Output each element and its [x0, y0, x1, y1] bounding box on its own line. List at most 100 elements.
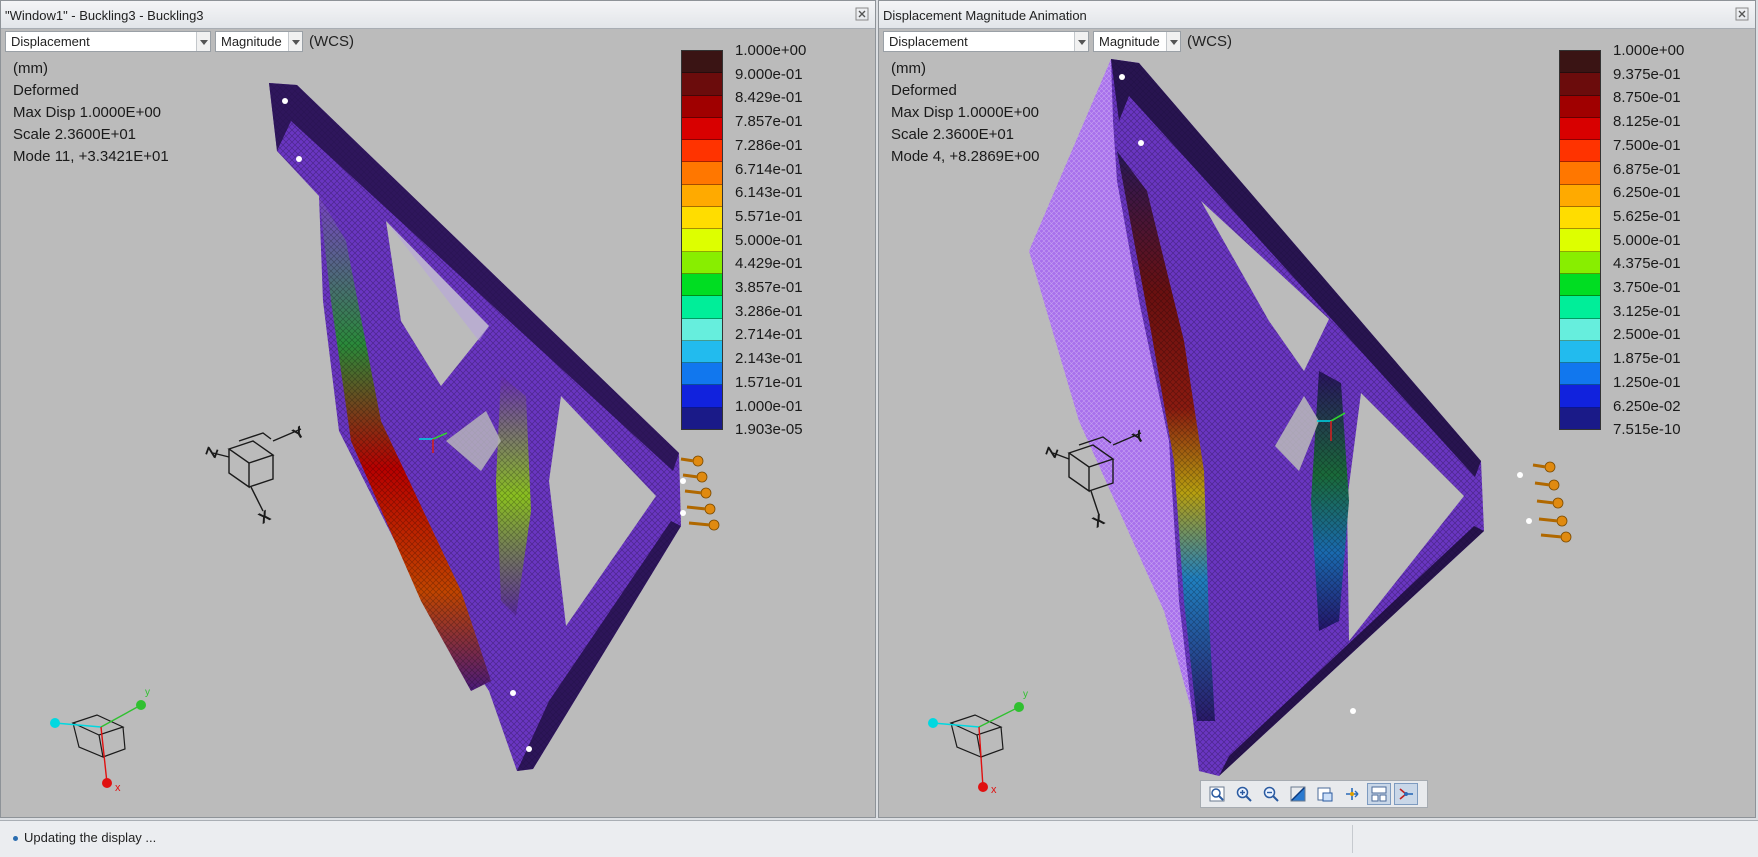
axis-z-label: Z [203, 445, 222, 460]
wireframe-view-icon[interactable] [1313, 783, 1337, 805]
legend-label: 1.875e-01 [1613, 347, 1684, 371]
legend-label: 8.750e-01 [1613, 86, 1684, 110]
view-layout-icon[interactable] [1367, 783, 1391, 805]
status-bar: Updating the display ... [0, 820, 1758, 857]
legend-label: 5.571e-01 [735, 205, 806, 229]
legend-swatch [1560, 319, 1600, 341]
legend-label: 3.857e-01 [735, 276, 806, 300]
legend-swatch [1560, 274, 1600, 296]
legend-label: 5.625e-01 [1613, 205, 1684, 229]
legend-label: 2.500e-01 [1613, 323, 1684, 347]
legend-swatch [1560, 296, 1600, 318]
coordinate-triad-icon: x y [928, 689, 1028, 796]
legend-swatch [682, 296, 722, 318]
legend-label: 1.250e-01 [1613, 371, 1684, 395]
legend-label: 1.571e-01 [735, 371, 806, 395]
left-viewport[interactable]: "Window1" - Buckling3 - Buckling3 Displa… [0, 0, 876, 818]
split-view-icon[interactable] [1394, 783, 1418, 805]
legend-swatch [1560, 140, 1600, 162]
legend-swatch [1560, 162, 1600, 184]
legend-label: 3.750e-01 [1613, 276, 1684, 300]
right-color-legend [1559, 50, 1601, 430]
axis-x-label: X [256, 507, 274, 527]
legend-swatch [1560, 73, 1600, 95]
legend-swatch [1560, 385, 1600, 407]
triad-y-label: y [145, 687, 150, 698]
coordinate-triad-icon: x y [50, 687, 150, 794]
legend-label: 3.286e-01 [735, 300, 806, 324]
legend-label: 1.000e+00 [1613, 39, 1684, 63]
legend-label: 4.429e-01 [735, 252, 806, 276]
right-legend-labels: 1.000e+009.375e-018.750e-018.125e-017.50… [1613, 39, 1684, 442]
legend-swatch [1560, 118, 1600, 140]
legend-swatch [682, 185, 722, 207]
legend-swatch [1560, 185, 1600, 207]
triad-x-label: x [115, 782, 121, 794]
legend-swatch [682, 162, 722, 184]
axis-x-label: X [1090, 511, 1108, 531]
right-viewport[interactable]: Displacement Magnitude Animation Displac… [878, 0, 1756, 818]
axis-y-label: Y [290, 423, 308, 443]
legend-label: 3.125e-01 [1613, 300, 1684, 324]
legend-label: 8.429e-01 [735, 86, 806, 110]
legend-swatch [1560, 408, 1600, 429]
legend-label: 2.714e-01 [735, 323, 806, 347]
view-cube-icon[interactable] [213, 429, 301, 511]
legend-swatch [682, 341, 722, 363]
status-bullet-icon [13, 836, 18, 841]
legend-label: 1.903e-05 [735, 418, 806, 442]
status-message: Updating the display ... [24, 830, 156, 845]
legend-swatch [1560, 96, 1600, 118]
legend-label: 7.515e-10 [1613, 418, 1684, 442]
legend-label: 1.000e+00 [735, 39, 806, 63]
legend-swatch [682, 140, 722, 162]
legend-label: 6.143e-01 [735, 181, 806, 205]
application-window: "Window1" - Buckling3 - Buckling3 Displa… [0, 0, 1758, 857]
fit-icon[interactable] [1205, 783, 1229, 805]
orient-icon[interactable] [1340, 783, 1364, 805]
legend-swatch [682, 252, 722, 274]
legend-swatch [682, 363, 722, 385]
left-legend-labels: 1.000e+009.000e-018.429e-017.857e-017.28… [735, 39, 806, 442]
legend-label: 7.286e-01 [735, 134, 806, 158]
legend-swatch [682, 319, 722, 341]
legend-swatch [682, 73, 722, 95]
legend-swatch [682, 207, 722, 229]
legend-label: 7.857e-01 [735, 110, 806, 134]
legend-label: 5.000e-01 [1613, 229, 1684, 253]
zoom-out-icon[interactable] [1259, 783, 1283, 805]
legend-label: 4.375e-01 [1613, 252, 1684, 276]
zoom-in-icon[interactable] [1232, 783, 1256, 805]
legend-label: 8.125e-01 [1613, 110, 1684, 134]
legend-label: 9.375e-01 [1613, 63, 1684, 87]
status-divider [1352, 825, 1353, 853]
legend-swatch [682, 118, 722, 140]
legend-swatch [682, 96, 722, 118]
triad-y-label: y [1023, 689, 1028, 700]
legend-swatch [682, 385, 722, 407]
legend-swatch [682, 229, 722, 251]
legend-label: 5.000e-01 [735, 229, 806, 253]
legend-swatch [682, 274, 722, 296]
legend-swatch [1560, 229, 1600, 251]
axis-z-label: Z [1043, 445, 1062, 460]
legend-label: 2.143e-01 [735, 347, 806, 371]
view-toolbar [1200, 780, 1428, 808]
legend-swatch [1560, 341, 1600, 363]
legend-label: 1.000e-01 [735, 395, 806, 419]
legend-swatch [1560, 252, 1600, 274]
legend-label: 6.250e-01 [1613, 181, 1684, 205]
shaded-view-icon[interactable] [1286, 783, 1310, 805]
legend-swatch [1560, 363, 1600, 385]
legend-label: 6.714e-01 [735, 158, 806, 182]
legend-swatch [682, 408, 722, 429]
triad-x-label: x [991, 784, 997, 796]
legend-label: 6.875e-01 [1613, 158, 1684, 182]
legend-swatch [1560, 51, 1600, 73]
legend-label: 7.500e-01 [1613, 134, 1684, 158]
legend-swatch [1560, 207, 1600, 229]
legend-label: 6.250e-02 [1613, 395, 1684, 419]
legend-label: 9.000e-01 [735, 63, 806, 87]
left-color-legend [681, 50, 723, 430]
legend-swatch [682, 51, 722, 73]
